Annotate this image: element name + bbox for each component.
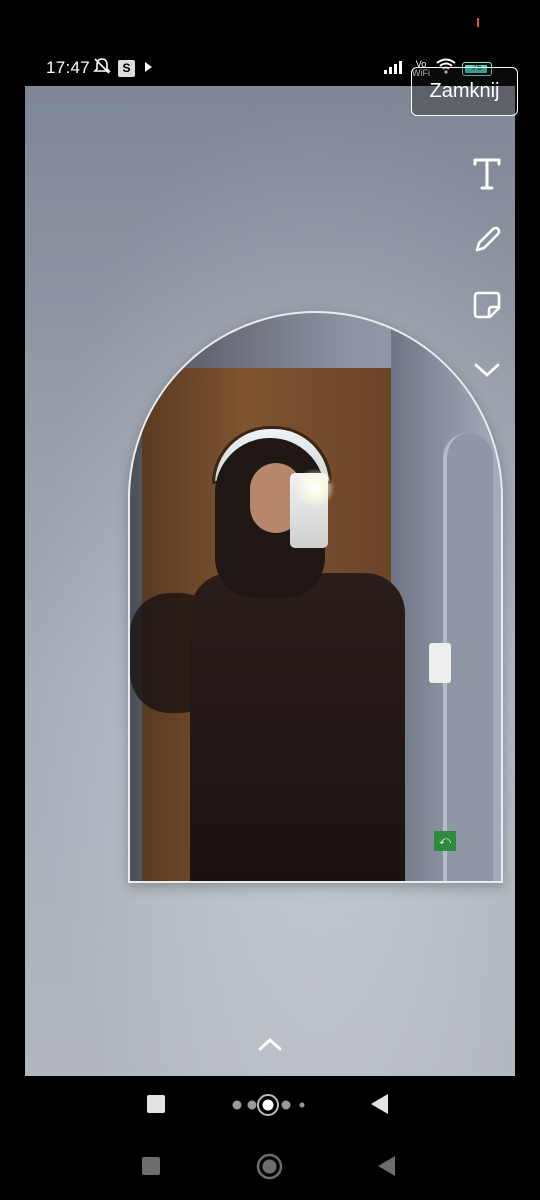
- recent-apps-button[interactable]: [147, 1095, 165, 1113]
- signal-icon: [384, 59, 406, 79]
- camera-flash: [295, 468, 335, 508]
- status-icons-left: S: [92, 56, 155, 81]
- sticker-icon[interactable]: [467, 285, 507, 325]
- exit-sign: ⤺: [434, 831, 456, 851]
- screen: 17:47 S Vo WiFi 76 ⤺ Zamknij: [0, 0, 540, 1200]
- status-time: 17:47: [46, 58, 91, 77]
- swipe-up-chevron-icon[interactable]: [255, 1035, 285, 1055]
- app-nav-row: [0, 1085, 540, 1125]
- story-photo[interactable]: ⤺: [25, 86, 515, 1076]
- sim-badge: S: [118, 60, 135, 77]
- play-icon: [141, 59, 155, 79]
- chevron-down-icon[interactable]: [467, 350, 507, 390]
- story-progress-dots: [230, 1093, 310, 1117]
- system-recents-button[interactable]: [142, 1157, 160, 1175]
- close-button[interactable]: Zamknij: [411, 67, 518, 116]
- arched-mirror: ⤺: [128, 311, 503, 883]
- system-home-button[interactable]: [256, 1153, 283, 1180]
- person-dress: [190, 573, 405, 881]
- system-nav-bar: [0, 1146, 540, 1186]
- text-tool-icon[interactable]: [467, 154, 507, 194]
- privacy-indicator: [477, 18, 479, 27]
- hallway: [391, 313, 501, 881]
- pencil-icon[interactable]: [467, 220, 507, 260]
- mute-bell-icon: [92, 56, 112, 81]
- system-back-button[interactable]: [378, 1156, 395, 1176]
- back-button[interactable]: [371, 1094, 388, 1114]
- laundry-basket: [429, 643, 451, 683]
